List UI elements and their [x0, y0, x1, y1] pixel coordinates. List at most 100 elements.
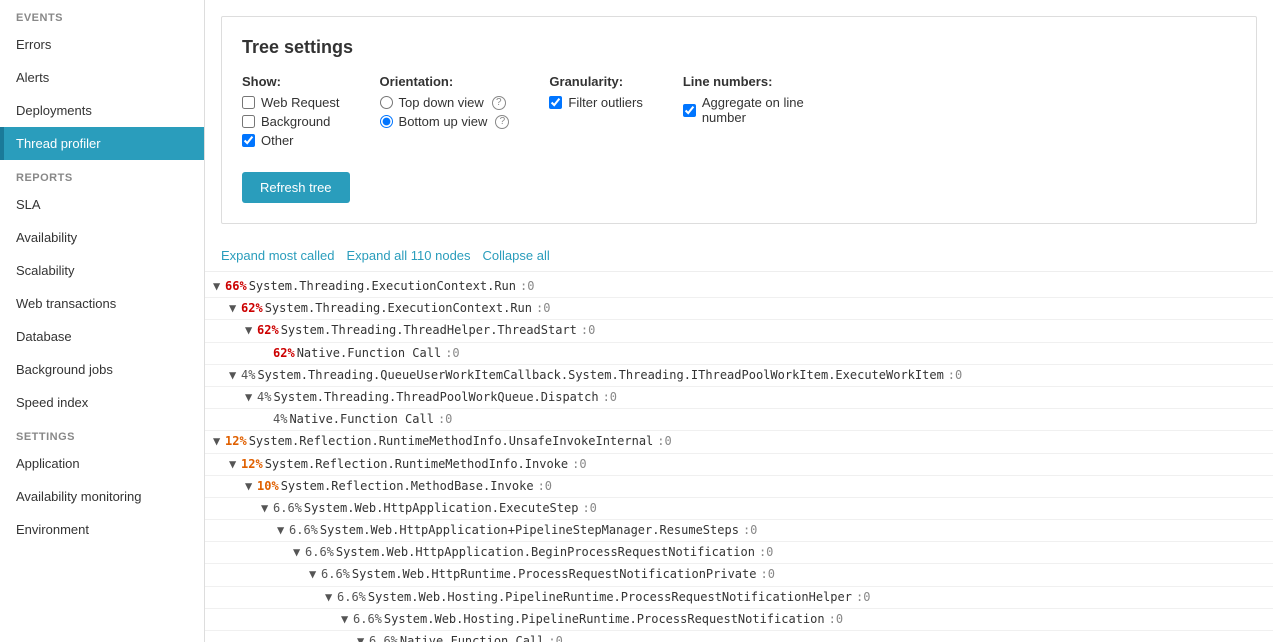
sidebar-item-environment[interactable]: Environment [0, 513, 204, 546]
sidebar-item-database[interactable]: Database [0, 320, 204, 353]
tree-node-pct: 12% [225, 432, 247, 451]
bottom-up-help-icon[interactable]: ? [495, 115, 509, 129]
sidebar-item-errors[interactable]: Errors [0, 28, 204, 61]
show-background-checkbox[interactable] [242, 115, 255, 128]
tree-node-count: :0 [657, 432, 671, 451]
sidebar-item-application[interactable]: Application [0, 447, 204, 480]
tree-toggle[interactable]: ▼ [277, 521, 289, 540]
tree-settings-title: Tree settings [242, 37, 1236, 58]
filter-outliers-checkbox[interactable] [549, 96, 562, 109]
granularity-group: Granularity: Filter outliers [549, 74, 642, 114]
show-web-request-item: Web Request [242, 95, 340, 110]
tree-row: ▼6.6% System.Web.Hosting.PipelineRuntime… [205, 609, 1273, 631]
sidebar-item-scalability[interactable]: Scalability [0, 254, 204, 287]
sidebar-item-background-jobs[interactable]: Background jobs [0, 353, 204, 386]
tree-node-name: System.Threading.ExecutionContext.Run [249, 277, 516, 296]
sidebar-item-availability[interactable]: Availability [0, 221, 204, 254]
tree-node-count: :0 [536, 299, 550, 318]
tree-node-count: :0 [581, 321, 595, 340]
tree-node-name: System.Threading.ThreadPoolWorkQueue.Dis… [273, 388, 598, 407]
sidebar-section-settings: SETTINGS [0, 419, 204, 447]
tree-node-count: :0 [572, 455, 586, 474]
tree-row: ▼12% System.Reflection.RuntimeMethodInfo… [205, 431, 1273, 453]
orientation-group: Orientation: Top down view ? Bottom up v… [380, 74, 510, 133]
tree-row: 4% Native.Function Call:0 [205, 409, 1273, 431]
line-numbers-label: Line numbers: [683, 74, 804, 89]
tree-node-count: :0 [438, 410, 452, 429]
tree-node-pct: 4% [273, 410, 287, 429]
tree-toggle[interactable]: ▼ [245, 477, 257, 496]
sidebar-item-deployments[interactable]: Deployments [0, 94, 204, 127]
tree-toggle[interactable]: ▼ [213, 277, 225, 296]
sidebar-section-reports: REPORTS [0, 160, 204, 188]
tree-toggle[interactable]: ▼ [357, 632, 369, 642]
tree-node-count: :0 [948, 366, 962, 385]
sidebar-item-sla[interactable]: SLA [0, 188, 204, 221]
tree-node-name: System.Web.Hosting.PipelineRuntime.Proce… [368, 588, 852, 607]
main-content: Tree settings Show: Web Request Backgrou… [205, 0, 1273, 642]
tree-toggle[interactable]: ▼ [293, 543, 305, 562]
orientation-label: Orientation: [380, 74, 510, 89]
tree-node-name: System.Threading.ThreadHelper.ThreadStar… [281, 321, 577, 340]
tree-toggle[interactable]: ▼ [229, 299, 241, 318]
line-numbers-group: Line numbers: Aggregate on linenumber [683, 74, 804, 129]
tree-container: ▼66% System.Threading.ExecutionContext.R… [205, 272, 1273, 642]
tree-toggle[interactable]: ▼ [213, 432, 225, 451]
orientation-top-down-radio[interactable] [380, 96, 393, 109]
sidebar-item-web-transactions[interactable]: Web transactions [0, 287, 204, 320]
tree-toggle[interactable]: ▼ [229, 455, 241, 474]
top-down-help-icon[interactable]: ? [492, 96, 506, 110]
tree-toggle[interactable]: ▼ [261, 499, 273, 518]
orientation-top-down-item: Top down view ? [380, 95, 510, 110]
show-group: Show: Web Request Background Other [242, 74, 340, 152]
orientation-bottom-up-item: Bottom up view ? [380, 114, 510, 129]
tree-toggle[interactable]: ▼ [325, 588, 337, 607]
aggregate-line-number-item: Aggregate on linenumber [683, 95, 804, 125]
tree-row: ▼12% System.Reflection.RuntimeMethodInfo… [205, 454, 1273, 476]
tree-row: ▼66% System.Threading.ExecutionContext.R… [205, 276, 1273, 298]
refresh-tree-button[interactable]: Refresh tree [242, 172, 350, 203]
granularity-label: Granularity: [549, 74, 642, 89]
show-other-checkbox[interactable] [242, 134, 255, 147]
sidebar-item-speed-index[interactable]: Speed index [0, 386, 204, 419]
expand-most-called-link[interactable]: Expand most called [221, 248, 334, 263]
tree-node-pct: 6.6% [337, 588, 366, 607]
tree-node-pct: 6.6% [289, 521, 318, 540]
tree-node-name: System.Web.HttpApplication.ExecuteStep [304, 499, 579, 518]
tree-row: ▼62% System.Threading.ThreadHelper.Threa… [205, 320, 1273, 342]
tree-node-pct: 62% [273, 344, 295, 363]
show-other-item: Other [242, 133, 340, 148]
aggregate-line-number-checkbox[interactable] [683, 104, 696, 117]
expand-all-link[interactable]: Expand all 110 nodes [346, 248, 470, 263]
tree-node-pct: 10% [257, 477, 279, 496]
tree-node-count: :0 [582, 499, 596, 518]
tree-node-name: System.Threading.ExecutionContext.Run [265, 299, 532, 318]
collapse-all-link[interactable]: Collapse all [483, 248, 550, 263]
show-web-request-label: Web Request [261, 95, 340, 110]
sidebar-item-alerts[interactable]: Alerts [0, 61, 204, 94]
tree-node-name: Native.Function Call [400, 632, 545, 642]
tree-node-pct: 6.6% [353, 610, 382, 629]
tree-toggle[interactable]: ▼ [245, 321, 257, 340]
tree-toggle[interactable]: ▼ [341, 610, 353, 629]
tree-node-name: System.Web.HttpApplication+PipelineStepM… [320, 521, 739, 540]
tree-toggle[interactable]: ▼ [229, 366, 241, 385]
tree-node-count: :0 [445, 344, 459, 363]
tree-node-pct: 6.6% [305, 543, 334, 562]
tree-toggle[interactable]: ▼ [245, 388, 257, 407]
sidebar-item-thread-profiler[interactable]: Thread profiler [0, 127, 204, 160]
tree-toggle[interactable]: ▼ [309, 565, 321, 584]
show-web-request-checkbox[interactable] [242, 96, 255, 109]
tree-node-pct: 6.6% [321, 565, 350, 584]
orientation-bottom-up-label: Bottom up view [399, 114, 488, 129]
filter-outliers-item: Filter outliers [549, 95, 642, 110]
tree-actions: Expand most called Expand all 110 nodes … [205, 240, 1273, 272]
tree-row: ▼6.6% Native.Function Call:0 [205, 631, 1273, 642]
sidebar: EVENTSErrorsAlertsDeploymentsThread prof… [0, 0, 205, 642]
tree-node-name: System.Web.HttpRuntime.ProcessRequestNot… [352, 565, 757, 584]
orientation-bottom-up-radio[interactable] [380, 115, 393, 128]
show-other-label: Other [261, 133, 294, 148]
tree-row: ▼10% System.Reflection.MethodBase.Invoke… [205, 476, 1273, 498]
sidebar-item-availability-monitoring[interactable]: Availability monitoring [0, 480, 204, 513]
tree-node-count: :0 [520, 277, 534, 296]
